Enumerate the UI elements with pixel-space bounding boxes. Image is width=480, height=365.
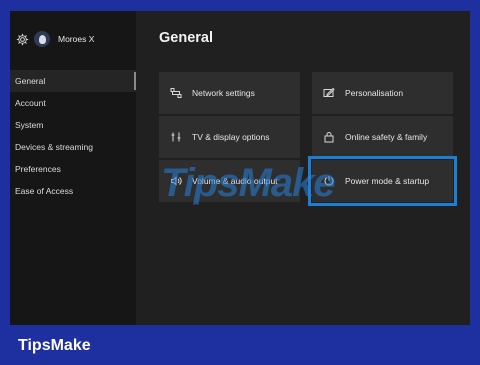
tile-label: Online safety & family (345, 132, 428, 142)
sidebar-nav: General Account System Devices & streami… (10, 70, 136, 202)
brand-logo: TipsMake (18, 337, 91, 354)
sidebar-item-devices-streaming[interactable]: Devices & streaming (10, 136, 136, 158)
profile-header: Moroes X (16, 31, 94, 47)
power-mode-startup-tile[interactable]: Power mode & startup (308, 156, 457, 206)
volume-icon (171, 176, 182, 186)
network-icon (170, 88, 182, 98)
network-settings-tile[interactable]: Network settings (159, 72, 300, 114)
power-icon (324, 176, 334, 186)
lock-icon (324, 132, 334, 143)
sidebar: Moroes X General Account System Devices … (10, 11, 136, 325)
tv-display-icon (171, 132, 181, 142)
volume-audio-output-tile[interactable]: Volume & audio output (159, 160, 300, 202)
tile-label: Volume & audio output (192, 176, 278, 186)
tile-label: Network settings (192, 88, 255, 98)
xbox-settings-screen: Moroes X General Account System Devices … (10, 11, 470, 325)
tv-display-options-tile[interactable]: TV & display options (159, 116, 300, 158)
avatar[interactable] (34, 31, 50, 47)
sidebar-item-system[interactable]: System (10, 114, 136, 136)
tile-label: Power mode & startup (345, 176, 430, 186)
personalisation-tile[interactable]: Personalisation (312, 72, 453, 114)
page-title: General (159, 30, 213, 46)
sidebar-item-ease-of-access[interactable]: Ease of Access (10, 180, 136, 202)
gamertag: Moroes X (58, 34, 95, 44)
tile-label: Personalisation (345, 88, 404, 98)
tile-label: TV & display options (192, 132, 270, 142)
personalise-icon (323, 87, 335, 97)
gear-icon[interactable] (16, 33, 29, 46)
online-safety-family-tile[interactable]: Online safety & family (312, 116, 453, 158)
sidebar-item-general[interactable]: General (10, 70, 136, 92)
sidebar-item-preferences[interactable]: Preferences (10, 158, 136, 180)
sidebar-item-account[interactable]: Account (10, 92, 136, 114)
